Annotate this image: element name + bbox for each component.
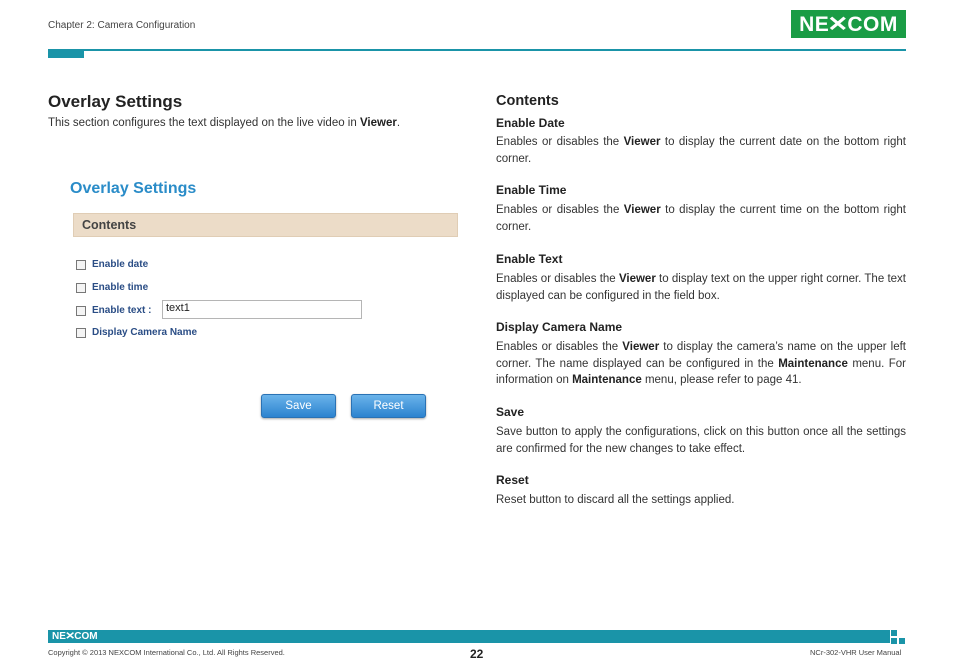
reset-button[interactable]: Reset: [351, 394, 426, 418]
ui-section-label: Contents: [82, 218, 137, 232]
save-button[interactable]: Save: [261, 394, 336, 418]
enable-date-checkbox[interactable]: [76, 259, 86, 270]
reset-heading: Reset: [496, 473, 529, 487]
section-intro: This section configures the text display…: [48, 117, 401, 129]
footer-logo: NE✕COM: [52, 631, 98, 642]
ui-panel-title: Overlay Settings: [70, 180, 197, 197]
save-desc: Save button to apply the configurations,…: [496, 426, 906, 455]
chapter-title: Chapter 2: Camera Configuration: [48, 20, 196, 31]
enable-time-label: Enable time: [92, 282, 149, 293]
enable-text-row[interactable]: Enable text :: [76, 305, 151, 316]
save-heading: Save: [496, 405, 525, 419]
footer-bar: [48, 630, 890, 643]
overlay-text-input[interactable]: text1: [162, 300, 362, 319]
enable-text-checkbox[interactable]: [76, 305, 86, 316]
logo-text: NE✕COM: [799, 12, 898, 36]
contents-heading: Contents: [496, 93, 559, 109]
display-camera-name-row[interactable]: Display Camera Name: [76, 327, 197, 338]
enable-time-row[interactable]: Enable time: [76, 282, 148, 293]
display-camera-name-checkbox[interactable]: [76, 327, 86, 338]
display-camera-name-heading: Display Camera Name: [496, 320, 623, 334]
enable-text-heading: Enable Text: [496, 252, 563, 266]
enable-date-heading: Enable Date: [496, 116, 565, 130]
display-camera-name-label: Display Camera Name: [92, 327, 198, 338]
enable-time-heading: Enable Time: [496, 183, 567, 197]
section-title: Overlay Settings: [48, 92, 183, 111]
enable-text-label: Enable text :: [92, 305, 152, 316]
page-number: 22: [470, 647, 484, 661]
manual-title: NCr-302-VHR User Manual: [810, 648, 902, 657]
enable-time-checkbox[interactable]: [76, 282, 86, 293]
enable-text-desc: Enables or disables the Viewer to displa…: [496, 273, 906, 302]
copyright: Copyright © 2013 NEXCOM International Co…: [48, 648, 285, 657]
enable-date-label: Enable date: [92, 259, 149, 270]
enable-date-row[interactable]: Enable date: [76, 259, 148, 270]
nexcom-logo: NE✕COM: [791, 10, 906, 38]
display-camera-name-desc: Enables or disables the Viewer to displa…: [496, 341, 907, 386]
header-rule: [48, 49, 906, 51]
header-tab: [48, 50, 84, 58]
enable-time-desc: Enables or disables the Viewer to displa…: [496, 204, 906, 233]
reset-desc: Reset button to discard all the settings…: [496, 494, 735, 506]
enable-date-desc: Enables or disables the Viewer to displa…: [496, 136, 906, 165]
